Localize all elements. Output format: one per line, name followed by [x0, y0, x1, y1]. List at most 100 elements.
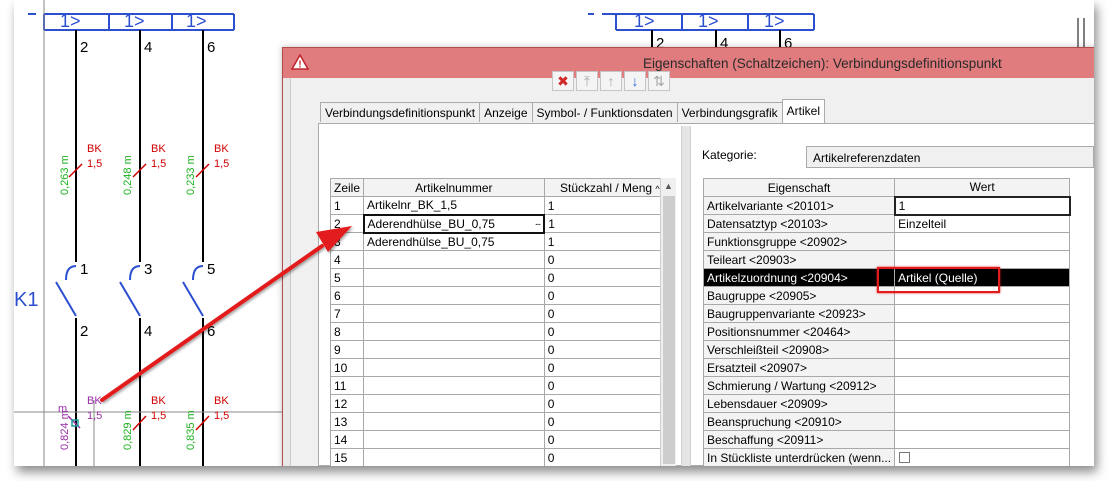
row-number-cell[interactable]: 3 [329, 232, 365, 251]
quantity-cell[interactable]: 0 [543, 376, 677, 395]
table-row[interactable]: Positionsnummer <20464> [702, 322, 1094, 341]
move-down-icon[interactable]: ↓ [624, 71, 646, 91]
pane-splitter[interactable] [681, 126, 691, 466]
table-row[interactable]: Funktionsgruppe <20902> [702, 232, 1094, 251]
property-value-cell[interactable] [894, 232, 1071, 251]
checkbox-cell[interactable] [894, 448, 1071, 466]
table-row[interactable]: Verschleißteil <20908> [702, 340, 1094, 359]
tab-verbindungsdefinitionspunkt[interactable]: Verbindungsdefinitionspunkt [320, 102, 481, 122]
table-row[interactable]: 12 0 [329, 394, 677, 413]
row-number-cell[interactable]: 13 [329, 412, 365, 431]
article-number-cell[interactable] [363, 286, 545, 305]
suppress-checkbox[interactable] [899, 451, 911, 463]
table-row[interactable]: 50 [329, 268, 677, 287]
quantity-cell[interactable]: 1 [543, 196, 677, 215]
table-row[interactable]: 90 [329, 340, 677, 359]
row-number-cell[interactable]: 2 [329, 214, 365, 233]
article-table-scrollbar[interactable]: ▲ [660, 178, 676, 466]
move-top-icon[interactable]: ⤒ [576, 71, 598, 91]
quantity-cell[interactable]: 0 [543, 412, 677, 431]
category-select[interactable]: Artikelreferenzdaten [806, 146, 1094, 168]
quantity-cell[interactable]: 0 [543, 250, 677, 269]
quantity-cell[interactable]: 0 [543, 430, 677, 449]
ellipsis-button[interactable]: ... [535, 217, 541, 228]
tab-anzeige[interactable]: Anzeige [479, 102, 533, 122]
scrollbar-thumb[interactable] [663, 196, 675, 464]
tab-artikel[interactable]: Artikel [781, 99, 825, 123]
quantity-cell[interactable]: 0 [543, 322, 677, 341]
property-value-cell[interactable] [894, 376, 1071, 395]
article-number-cell[interactable]: Aderendhülse_BU_0,75... [362, 213, 546, 234]
property-value-cell[interactable] [894, 250, 1071, 269]
property-value-cell[interactable] [894, 304, 1071, 323]
article-number-cell[interactable] [363, 322, 545, 341]
quantity-cell[interactable]: 0 [543, 448, 677, 466]
quantity-cell[interactable]: 1 [543, 232, 677, 251]
article-number-cell[interactable] [363, 358, 545, 377]
row-number-cell[interactable]: 7 [329, 304, 365, 323]
row-number-cell[interactable]: 14 [329, 430, 365, 449]
property-value-cell[interactable]: 1 [893, 195, 1071, 216]
article-number-cell[interactable] [363, 448, 545, 466]
row-number-cell[interactable]: 10 [329, 358, 365, 377]
article-number-cell[interactable]: Artikelnr_BK_1,5 [363, 196, 545, 215]
column-header-row-number[interactable]: Zeile [329, 178, 365, 197]
table-row[interactable]: 60 [329, 286, 677, 305]
table-row[interactable]: 13 0 [329, 412, 677, 431]
column-header-quantity[interactable]: Stückzahl / Meng ^ [543, 178, 677, 197]
article-number-cell[interactable] [363, 376, 545, 395]
quantity-cell[interactable]: 0 [543, 286, 677, 305]
article-number-cell[interactable] [363, 412, 545, 431]
table-row[interactable]: 40 [329, 250, 677, 269]
property-value-cell[interactable] [894, 340, 1071, 359]
article-number-cell[interactable] [363, 340, 545, 359]
article-number-cell[interactable] [363, 250, 545, 269]
row-number-cell[interactable]: 11 [329, 376, 365, 395]
table-row[interactable]: Teileart <20903> [702, 250, 1094, 269]
article-number-cell[interactable] [363, 430, 545, 449]
move-up-icon[interactable]: ↑ [600, 71, 622, 91]
table-row[interactable]: 80 [329, 322, 677, 341]
property-value-cell[interactable] [894, 358, 1071, 377]
table-row[interactable]: Schmierung / Wartung <20912> [702, 376, 1094, 395]
row-number-cell[interactable]: 1 [329, 196, 365, 215]
row-number-cell[interactable]: 15 [329, 448, 365, 466]
table-row[interactable]: 3 Aderendhülse_BU_0,75 1 [329, 232, 677, 251]
swap-icon[interactable]: ⇅ [648, 71, 670, 91]
article-number-cell[interactable] [363, 394, 545, 413]
row-number-cell[interactable]: 12 [329, 394, 365, 413]
property-value-cell[interactable] [894, 412, 1071, 431]
article-number-cell[interactable] [363, 304, 545, 323]
delete-icon[interactable]: ✖ [552, 71, 574, 91]
table-row[interactable]: Beschaffung <20911> [702, 430, 1094, 449]
property-value-cell[interactable] [894, 430, 1071, 449]
row-number-cell[interactable]: 9 [329, 340, 365, 359]
article-number-cell[interactable] [363, 268, 545, 287]
table-row[interactable]: 10 0 [329, 358, 677, 377]
quantity-cell[interactable]: 0 [543, 340, 677, 359]
table-row[interactable]: Lebensdauer <20909> [702, 394, 1094, 413]
table-row[interactable]: 1 Artikelnr_BK_1,5 1 [329, 196, 677, 215]
tab-symbol-funktionsdaten[interactable]: Symbol- / Funktionsdaten [531, 102, 678, 122]
quantity-cell[interactable]: 1 [543, 214, 677, 233]
row-number-cell[interactable]: 8 [329, 322, 365, 341]
row-number-cell[interactable]: 6 [329, 286, 365, 305]
table-row[interactable]: 11 0 [329, 376, 677, 395]
property-value-cell[interactable] [894, 394, 1071, 413]
quantity-cell[interactable]: 0 [543, 268, 677, 287]
table-row[interactable]: Baugruppenvariante <20923> [702, 304, 1094, 323]
tab-verbindungsgrafik[interactable]: Verbindungsgrafik [676, 102, 783, 122]
table-row[interactable]: Artikelvariante <20101> 1 [702, 195, 1094, 216]
table-row[interactable]: Beanspruchung <20910> [702, 412, 1094, 431]
table-row[interactable]: 15 0 [329, 448, 677, 466]
row-number-cell[interactable]: 4 [329, 250, 365, 269]
property-value-cell[interactable] [894, 322, 1071, 341]
column-header-property[interactable]: Eigenschaft [702, 178, 896, 197]
table-row[interactable]: Datensatztyp <20103> Einzelteil [702, 214, 1094, 233]
table-row[interactable]: 2 Aderendhülse_BU_0,75... 1 [329, 213, 677, 234]
scroll-up-icon[interactable]: ▲ [664, 181, 673, 191]
row-number-cell[interactable]: 5 [329, 268, 365, 287]
column-header-article-number[interactable]: Artikelnummer [363, 178, 545, 197]
quantity-cell[interactable]: 0 [543, 304, 677, 323]
quantity-cell[interactable]: 0 [543, 358, 677, 377]
